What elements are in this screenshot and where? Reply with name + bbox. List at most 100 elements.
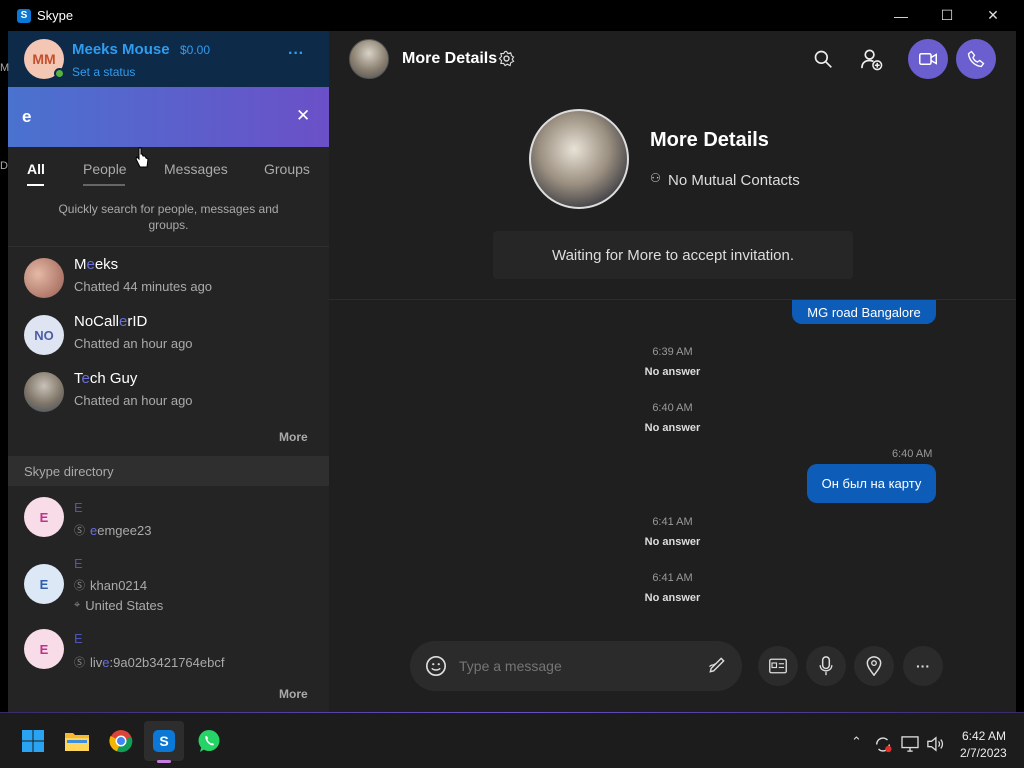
microphone-icon xyxy=(819,656,833,676)
chrome-button[interactable] xyxy=(108,728,134,754)
contact-name: More Details xyxy=(650,129,769,151)
more-directory-link[interactable]: More xyxy=(279,687,308,701)
message-time: 6:40 AM xyxy=(892,448,933,460)
show-hidden-icons[interactable]: ⌃ xyxy=(851,734,862,750)
avatar: NO xyxy=(24,315,64,355)
desktop-edge-glow xyxy=(0,712,1024,713)
tab-groups[interactable]: Groups xyxy=(264,161,310,177)
profile-header[interactable]: MM Meeks Mouse $0.00 Set a status ··· xyxy=(8,31,329,87)
active-indicator xyxy=(157,760,171,763)
directory-name: E xyxy=(74,500,83,515)
voice-message-button[interactable] xyxy=(806,646,846,686)
message-time: 6:41 AM xyxy=(652,572,693,584)
tab-people-underline xyxy=(83,184,125,186)
skype-id: Ⓢkhan0214 xyxy=(74,577,148,593)
video-call-button[interactable] xyxy=(908,39,948,79)
message-time: 6:39 AM xyxy=(652,346,693,358)
avatar: E xyxy=(24,497,64,537)
skype-taskbar-button[interactable]: S xyxy=(151,728,177,754)
result-name: Tech Guy xyxy=(74,370,138,387)
search-input[interactable]: e xyxy=(22,107,31,127)
directory-item[interactable]: E E Ⓢlive:9a02b3421764ebcf xyxy=(8,625,329,679)
chat-panel: More Details More Details ⚇ No Mutual Co… xyxy=(329,31,1016,712)
message-bubble[interactable]: Он был на карту xyxy=(807,464,936,503)
windows-logo-icon xyxy=(22,730,44,752)
search-bar[interactable]: e ✕ xyxy=(8,87,329,147)
message-time: 6:41 AM xyxy=(652,516,693,528)
chat-title[interactable]: More Details xyxy=(402,50,497,68)
result-item-meeks[interactable]: Meeks Chatted 44 minutes ago xyxy=(8,249,329,305)
network-icon[interactable] xyxy=(901,736,919,752)
result-subtitle: Chatted an hour ago xyxy=(74,393,193,408)
close-window-button[interactable]: ✕ xyxy=(970,0,1016,31)
phone-icon xyxy=(967,50,985,68)
online-status-dot xyxy=(54,68,65,79)
search-icon[interactable] xyxy=(813,49,833,69)
directory-name: E xyxy=(74,556,83,571)
location: ⌖ United States xyxy=(74,598,164,613)
result-name: NoCallerID xyxy=(74,313,148,330)
set-status-link[interactable]: Set a status xyxy=(72,65,135,79)
result-item-nocallerid[interactable]: NO NoCallerID Chatted an hour ago xyxy=(8,306,329,362)
directory-item[interactable]: E E Ⓢeemgee23 xyxy=(8,491,329,545)
message-input[interactable] xyxy=(459,654,679,678)
gear-icon[interactable] xyxy=(498,50,515,67)
message-compose[interactable] xyxy=(410,641,742,691)
credit-balance[interactable]: $0.00 xyxy=(180,43,210,57)
tab-people[interactable]: People xyxy=(83,161,127,177)
more-actions-button[interactable]: ··· xyxy=(903,646,943,686)
mutual-contacts: No Mutual Contacts xyxy=(668,172,800,189)
contact-card-button[interactable] xyxy=(758,646,798,686)
add-person-icon[interactable] xyxy=(860,48,883,71)
skype-id-icon: Ⓢ xyxy=(74,580,85,592)
directory-header: Skype directory xyxy=(8,456,329,486)
maximize-button[interactable]: ☐ xyxy=(924,0,970,31)
volume-icon[interactable] xyxy=(926,736,944,752)
window-title: Skype xyxy=(37,8,74,23)
directory-title: Skype directory xyxy=(24,464,114,479)
more-results-link[interactable]: More xyxy=(279,430,308,444)
audio-call-button[interactable] xyxy=(956,39,996,79)
directory-name: E xyxy=(74,631,83,646)
clear-search-icon[interactable]: ✕ xyxy=(296,106,310,126)
search-tabs: All People Messages Groups xyxy=(8,147,329,191)
call-status: No answer xyxy=(644,422,701,434)
message-bubble[interactable]: MG road Bangalore xyxy=(792,300,936,324)
start-button[interactable] xyxy=(20,728,46,754)
profile-name[interactable]: Meeks Mouse xyxy=(72,41,170,58)
call-status: No answer xyxy=(644,366,701,378)
divider xyxy=(8,246,329,247)
left-panel: MM Meeks Mouse $0.00 Set a status ··· e … xyxy=(8,31,329,712)
draw-icon[interactable] xyxy=(707,655,727,675)
contact-avatar[interactable] xyxy=(529,109,629,209)
background-text: D xyxy=(0,160,8,172)
more-options-icon[interactable]: ··· xyxy=(288,45,304,63)
share-location-button[interactable] xyxy=(854,646,894,686)
clock-time[interactable]: 6:42 AM xyxy=(962,729,1006,743)
clock-date[interactable]: 2/7/2023 xyxy=(960,746,1007,760)
emoji-icon[interactable] xyxy=(425,655,447,677)
chrome-icon xyxy=(109,730,133,753)
skype-logo-icon: S xyxy=(17,8,31,23)
search-hint: Quickly search for people, messages and … xyxy=(58,202,279,232)
directory-item[interactable]: E E Ⓢkhan0214 ⌖ United States xyxy=(8,547,329,622)
tab-messages[interactable]: Messages xyxy=(164,161,228,177)
skype-id: Ⓢlive:9a02b3421764ebcf xyxy=(74,654,225,670)
avatar: E xyxy=(24,629,64,669)
skype-id-icon: Ⓢ xyxy=(74,657,85,669)
title-bar: S Skype — ☐ ✕ xyxy=(8,0,1016,31)
avatar xyxy=(24,372,64,412)
avatar: E xyxy=(24,564,64,604)
folder-icon xyxy=(65,733,89,751)
file-explorer-button[interactable] xyxy=(64,728,90,754)
minimize-button[interactable]: — xyxy=(878,0,924,31)
location-pin-icon xyxy=(866,656,882,676)
avatar[interactable] xyxy=(349,39,389,79)
tab-all[interactable]: All xyxy=(27,161,45,177)
sync-icon[interactable] xyxy=(874,736,892,753)
whatsapp-button[interactable] xyxy=(196,728,222,754)
invitation-status: Waiting for More to accept invitation. xyxy=(493,231,853,279)
background-text: M xyxy=(0,62,10,74)
result-item-tech-guy[interactable]: Tech Guy Chatted an hour ago xyxy=(8,363,329,419)
message-time: 6:40 AM xyxy=(652,402,693,414)
